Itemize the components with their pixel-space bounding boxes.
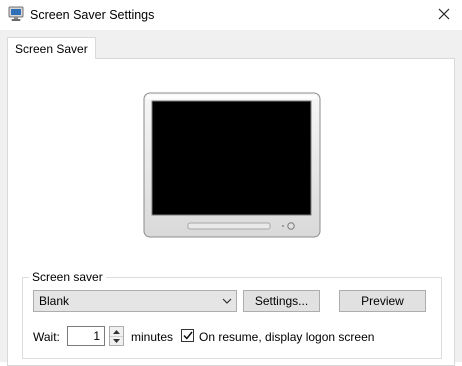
title-bar[interactable]: Screen Saver Settings — [0, 0, 462, 30]
wait-spinner[interactable] — [109, 326, 124, 346]
monitor-icon — [8, 6, 24, 22]
selected-screen-saver: Blank — [39, 294, 70, 308]
checkmark-icon — [182, 329, 193, 343]
tab-label: Screen Saver — [15, 41, 88, 56]
close-icon — [438, 8, 450, 23]
window-title: Screen Saver Settings — [30, 8, 155, 22]
resume-logon-label[interactable]: On resume, display logon screen — [199, 330, 374, 344]
screen-saver-select[interactable]: Blank — [33, 290, 237, 312]
wait-minutes-input[interactable]: 1 — [67, 326, 105, 346]
minutes-label: minutes — [131, 330, 174, 344]
screen-saver-group: Screen saver Blank Settings... Preview W… — [22, 270, 442, 359]
resume-logon-checkbox[interactable] — [181, 329, 194, 342]
dialog-body: Screen Saver Screen saver Blank Settings… — [0, 30, 462, 366]
wait-label: Wait: — [33, 330, 60, 344]
tab-panel: Screen saver Blank Settings... Preview W… — [7, 58, 455, 366]
group-label: Screen saver — [29, 270, 106, 284]
close-button[interactable] — [426, 0, 462, 30]
preview-button[interactable]: Preview — [339, 290, 426, 312]
screen-saver-settings-window: Screen Saver Settings Screen Saver Scree… — [0, 0, 462, 366]
chevron-down-icon — [218, 298, 236, 304]
tab-screen-saver[interactable]: Screen Saver — [7, 37, 96, 59]
settings-button[interactable]: Settings... — [243, 290, 320, 312]
monitor-preview — [143, 92, 323, 242]
arrow-down-icon[interactable] — [110, 336, 123, 345]
preview-button-label: Preview — [361, 294, 404, 308]
settings-button-label: Settings... — [254, 294, 309, 308]
wait-minutes-value: 1 — [93, 329, 100, 343]
